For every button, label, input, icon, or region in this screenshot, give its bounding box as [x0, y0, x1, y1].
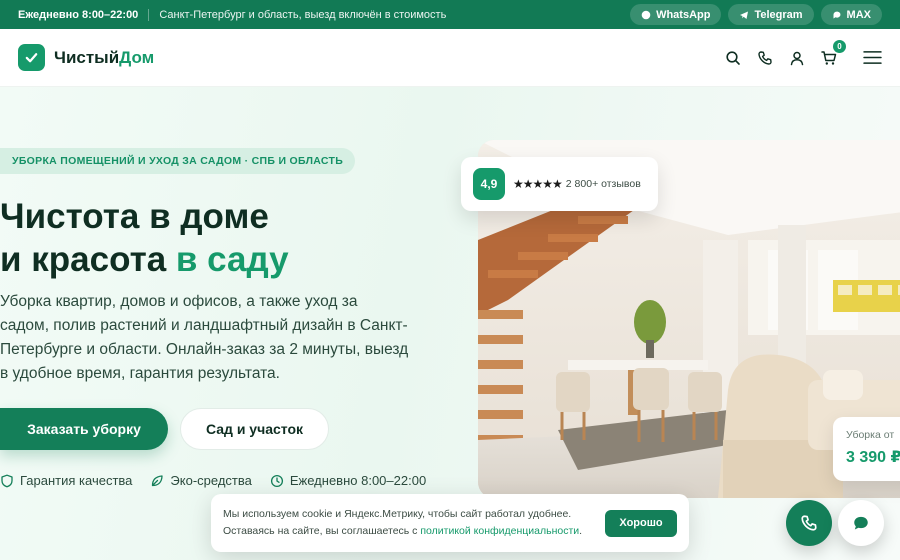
- hero-tagline: УБОРКА ПОМЕЩЕНИЙ И УХОД ЗА САДОМ · СПБ И…: [0, 148, 356, 174]
- shield-icon: [1, 474, 13, 487]
- hero-title-accent: в саду: [175, 240, 289, 279]
- chat-icon: [854, 516, 868, 530]
- logo-text[interactable]: ЧистыйДом: [54, 48, 154, 68]
- whatsapp-button[interactable]: WhatsApp: [630, 4, 722, 25]
- leaf-icon: [152, 474, 164, 486]
- cookie-text: Мы используем cookie и Яндекс.Метрику, ч…: [223, 506, 603, 540]
- cart-count-badge: 0: [833, 39, 846, 53]
- divider: [148, 8, 150, 21]
- phone-icon[interactable]: [756, 49, 774, 67]
- telegram-label: Telegram: [754, 8, 803, 21]
- rating-score: 4,9: [473, 168, 505, 200]
- site-header: ЧистыйДом 0: [0, 29, 900, 87]
- whatsapp-icon: [641, 10, 651, 19]
- menu-icon[interactable]: [862, 49, 882, 67]
- max-icon: [833, 11, 841, 18]
- feature-list: Гарантия качества Эко-средства Ежедневно…: [0, 473, 426, 488]
- working-hours: Ежедневно 8:00–22:00: [18, 8, 139, 21]
- user-icon[interactable]: [788, 49, 806, 67]
- cookie-banner: Мы используем cookie и Яндекс.Метрику, ч…: [211, 494, 689, 552]
- feature-item: Гарантия качества: [0, 473, 132, 488]
- logo-icon[interactable]: [18, 44, 45, 71]
- phone-icon: [801, 515, 817, 531]
- logo-accent: Дом: [119, 47, 155, 67]
- hero-title-line2: и красота в саду: [0, 238, 440, 281]
- logo-main: Чистый: [54, 47, 120, 67]
- garden-button[interactable]: Сад и участок: [180, 408, 329, 450]
- call-button[interactable]: [786, 500, 832, 546]
- feature-item: Ежедневно 8:00–22:00: [270, 473, 426, 488]
- hero-title-line2-prefix: и красота: [0, 240, 176, 279]
- price-card: Уборка от 3 390 ₽: [833, 417, 900, 481]
- clock-icon: [270, 474, 283, 487]
- search-icon[interactable]: [724, 49, 742, 67]
- cookie-accept-button[interactable]: Хорошо: [605, 509, 677, 537]
- hero-title: Чистота в доме и красота в саду: [0, 195, 440, 281]
- feature-label: Гарантия качества: [20, 473, 133, 488]
- feature-label: Эко-средства: [170, 473, 252, 488]
- max-label: MAX: [846, 8, 871, 21]
- service-region: Санкт-Петербург и область, выезд включён…: [159, 8, 447, 21]
- top-bar: Ежедневно 8:00–22:00 Санкт-Петербург и о…: [0, 0, 900, 29]
- messenger-links: WhatsApp Telegram MAX: [630, 4, 882, 25]
- hero-title-line1: Чистота в доме: [0, 197, 269, 236]
- feature-item: Эко-средства: [150, 473, 252, 488]
- whatsapp-label: WhatsApp: [656, 8, 711, 21]
- cookie-line2-prefix: Оставаясь на сайте, вы соглашаетесь с: [223, 525, 421, 537]
- cookie-line2-suffix: .: [579, 525, 583, 537]
- rating-stars: ★★★★★: [513, 177, 563, 191]
- price-label: Уборка от: [846, 429, 895, 441]
- cookie-line2: Оставаясь на сайте, вы соглашаетесь с по…: [223, 523, 603, 540]
- header-actions: 0: [724, 39, 882, 67]
- cookie-line1: Мы используем cookie и Яндекс.Метрику, ч…: [223, 508, 572, 520]
- privacy-policy-link[interactable]: политикой конфиденциальности: [420, 525, 579, 537]
- cart-icon[interactable]: 0: [820, 39, 846, 67]
- price-value: 3 390 ₽: [846, 449, 900, 466]
- telegram-button[interactable]: Telegram: [728, 4, 814, 25]
- max-button[interactable]: MAX: [820, 4, 882, 25]
- chat-button[interactable]: [838, 500, 884, 546]
- hero-description: Уборка квартир, домов и офисов, а также …: [0, 293, 409, 382]
- feature-label: Ежедневно 8:00–22:00: [289, 473, 427, 488]
- rating-card: 4,9 ★★★★★ 2 800+ отзывов: [461, 157, 658, 211]
- hero-section: УБОРКА ПОМЕЩЕНИЙ И УХОД ЗА САДОМ · СПБ И…: [0, 87, 900, 560]
- reviews-count: 2 800+ отзывов: [565, 178, 641, 190]
- telegram-icon: [740, 11, 749, 19]
- order-cleaning-button[interactable]: Заказать уборку: [0, 408, 168, 450]
